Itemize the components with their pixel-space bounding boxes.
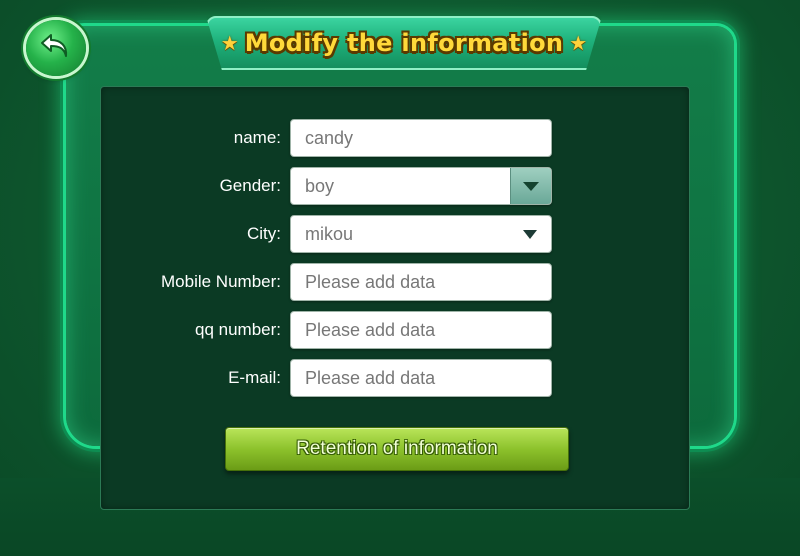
gender-select[interactable]: boy <box>290 167 552 205</box>
city-row: City: mikou <box>101 215 689 253</box>
back-arrow-icon <box>39 31 73 65</box>
save-button[interactable]: Retention of information <box>225 427 569 471</box>
gender-dropdown-button[interactable] <box>510 168 551 204</box>
gender-value: boy <box>305 175 335 196</box>
mobile-number-input[interactable] <box>290 263 552 301</box>
city-label: City: <box>247 224 281 243</box>
email-input[interactable] <box>290 359 552 397</box>
star-icon-left: ★ <box>220 31 239 55</box>
mobile-row: Mobile Number: <box>101 263 689 301</box>
form-panel: name: candy Gender: boy City: mikou Mobi… <box>100 86 690 510</box>
email-label: E-mail: <box>228 368 281 387</box>
title-banner: ★ Modify the information ★ <box>206 16 602 70</box>
gender-label: Gender: <box>219 176 281 195</box>
qq-label: qq number: <box>195 320 281 339</box>
save-button-label: Retention of information <box>296 438 498 459</box>
gender-row: Gender: boy <box>101 167 689 205</box>
name-field[interactable]: candy <box>290 119 552 157</box>
star-icon-right: ★ <box>569 31 588 55</box>
city-select[interactable]: mikou <box>290 215 552 253</box>
back-button[interactable] <box>26 20 86 76</box>
page-title: Modify the information <box>244 29 564 57</box>
name-label: name: <box>233 128 281 147</box>
name-row: name: candy <box>101 119 689 157</box>
qq-number-input[interactable] <box>290 311 552 349</box>
chevron-down-icon <box>523 181 539 191</box>
city-value: mikou <box>305 223 354 244</box>
dropdown-arrow-icon <box>523 230 537 239</box>
qq-row: qq number: <box>101 311 689 349</box>
email-row: E-mail: <box>101 359 689 397</box>
mobile-label: Mobile Number: <box>161 272 281 291</box>
